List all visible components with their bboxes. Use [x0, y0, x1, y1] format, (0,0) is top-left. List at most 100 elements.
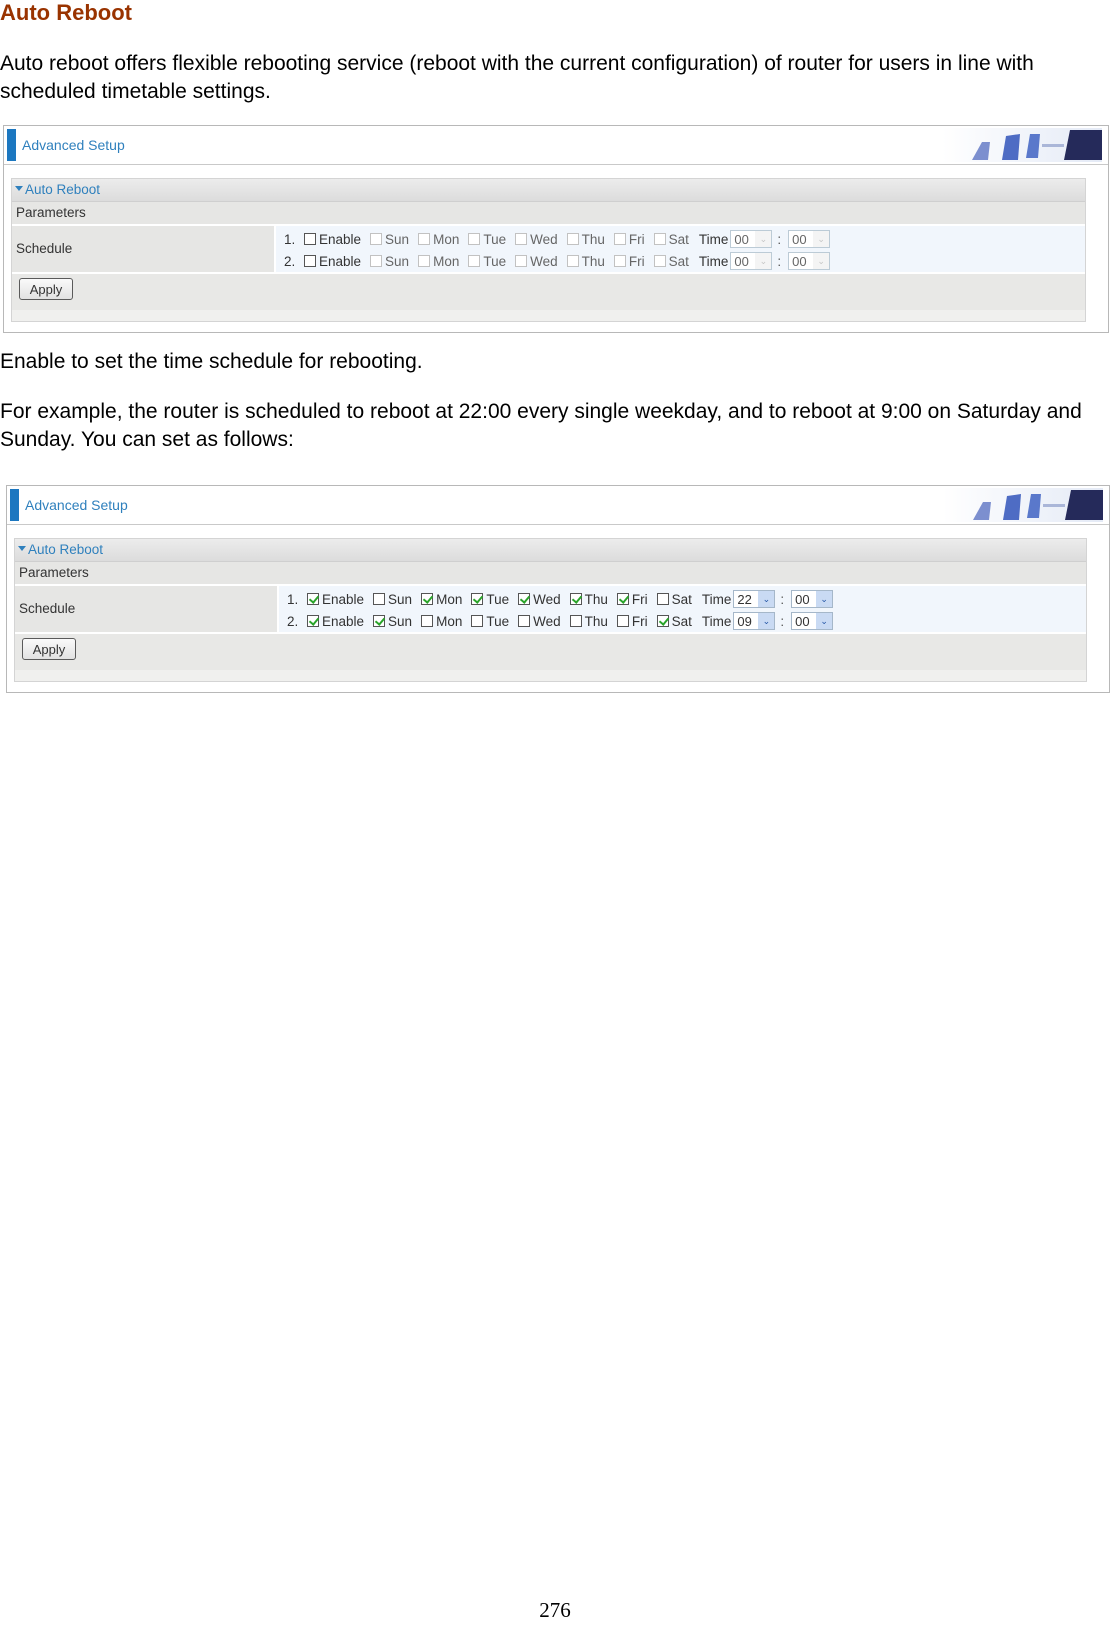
day-checkbox-fri[interactable]	[616, 615, 629, 627]
day-checkbox-wed[interactable]	[518, 593, 531, 605]
hour-select[interactable]: 00 ⌄	[730, 252, 773, 270]
screenshot-empty-schedule: Advanced Setup Auto Reboot Parameters Sc…	[3, 125, 1109, 333]
auto-reboot-section-title: Auto Reboot	[28, 542, 104, 557]
time-separator: :	[777, 231, 782, 247]
time-label: Time	[701, 591, 732, 607]
auto-reboot-panel: Auto Reboot Parameters Schedule 1. Enable…	[11, 178, 1086, 322]
auto-reboot-section-header[interactable]: Auto Reboot	[15, 539, 1086, 562]
chevron-down-icon[interactable]: ⌄	[758, 613, 775, 629]
minute-select[interactable]: 00 ⌄	[791, 612, 834, 630]
day-checkbox-wed[interactable]	[518, 615, 531, 627]
day-checkbox-mon[interactable]	[421, 615, 434, 627]
day-label-fri: Fri	[631, 613, 648, 629]
enable-checkbox[interactable]	[304, 255, 316, 267]
day-checkbox-tue[interactable]	[468, 255, 481, 267]
apply-button[interactable]: Apply	[22, 638, 76, 660]
parameters-header: Parameters	[12, 202, 1085, 226]
schedule-entry: 1. Enable Sun Mon Tue Wed Thu Fri Sat Time 22 ⌄:00 ⌄	[279, 588, 1086, 610]
day-checkbox-sun[interactable]	[370, 233, 383, 245]
enable-checkbox[interactable]	[304, 233, 316, 245]
minute-select[interactable]: 00 ⌄	[791, 590, 834, 608]
day-checkbox-mon[interactable]	[418, 255, 431, 267]
day-label-sat: Sat	[671, 613, 692, 629]
enable-label: Enable	[322, 613, 365, 629]
hour-select[interactable]: 09 ⌄	[733, 612, 776, 630]
day-label-tue: Tue	[483, 231, 507, 247]
day-label-mon: Mon	[436, 613, 463, 629]
day-checkbox-wed[interactable]	[515, 233, 528, 245]
auto-reboot-section-title: Auto Reboot	[25, 182, 101, 197]
minute-select[interactable]: 00 ⌄	[788, 230, 831, 248]
chevron-down-icon[interactable]: ⌄	[816, 591, 833, 607]
day-checkbox-sat[interactable]	[656, 593, 669, 605]
entry-number: 1.	[284, 231, 296, 247]
day-label-sun: Sun	[385, 231, 410, 247]
advanced-setup-bar: Advanced Setup	[4, 126, 1108, 165]
collapse-triangle-icon[interactable]	[15, 185, 23, 191]
banner-image-icon	[942, 128, 1102, 162]
day-checkbox-sat[interactable]	[656, 615, 669, 627]
apply-button[interactable]: Apply	[19, 278, 73, 300]
minute-value: 00	[792, 253, 807, 269]
schedule-label: Schedule	[12, 226, 276, 272]
schedule-entry: 2. Enable Sun Mon Tue Wed Thu Fri Sat Time 00 ⌄:00 ⌄	[276, 250, 1085, 272]
hour-value: 00	[734, 231, 749, 247]
chevron-down-icon[interactable]: ⌄	[813, 253, 830, 269]
day-label-wed: Wed	[533, 591, 561, 607]
day-checkbox-thu[interactable]	[566, 255, 579, 267]
day-label-thu: Thu	[581, 253, 605, 269]
enable-note-paragraph: Enable to set the time schedule for rebo…	[0, 350, 423, 373]
day-checkbox-tue[interactable]	[471, 593, 484, 605]
day-checkbox-thu[interactable]	[569, 615, 582, 627]
day-label-tue: Tue	[483, 253, 507, 269]
enable-checkbox[interactable]	[307, 593, 319, 605]
day-label-sat: Sat	[668, 231, 689, 247]
day-checkbox-thu[interactable]	[566, 233, 579, 245]
day-checkbox-mon[interactable]	[421, 593, 434, 605]
day-checkbox-wed[interactable]	[515, 255, 528, 267]
hour-select[interactable]: 22 ⌄	[733, 590, 776, 608]
schedule-label: Schedule	[15, 586, 279, 632]
chevron-down-icon[interactable]: ⌄	[816, 613, 833, 629]
page-number: 276	[539, 1598, 571, 1622]
day-checkbox-sat[interactable]	[653, 233, 666, 245]
day-label-fri: Fri	[628, 253, 645, 269]
schedule-entry: 2. Enable Sun Mon Tue Wed Thu Fri Sat Time 09 ⌄:00 ⌄	[279, 610, 1086, 632]
day-checkbox-sat[interactable]	[653, 255, 666, 267]
day-label-tue: Tue	[486, 591, 510, 607]
day-checkbox-fri[interactable]	[613, 255, 626, 267]
intro-paragraph: Auto reboot offers flexible rebooting se…	[0, 52, 1034, 103]
schedule-entries: 1. Enable Sun Mon Tue Wed Thu Fri Sat Time 22 ⌄:00 ⌄…	[279, 586, 1086, 632]
day-checkbox-sun[interactable]	[370, 255, 383, 267]
time-separator: :	[780, 591, 785, 607]
chevron-down-icon[interactable]: ⌄	[755, 253, 772, 269]
chevron-down-icon[interactable]: ⌄	[813, 231, 830, 247]
day-label-sun: Sun	[388, 613, 413, 629]
day-checkbox-tue[interactable]	[471, 615, 484, 627]
day-checkbox-sun[interactable]	[373, 615, 386, 627]
day-label-sun: Sun	[385, 253, 410, 269]
enable-checkbox[interactable]	[307, 615, 319, 627]
day-checkbox-mon[interactable]	[418, 233, 431, 245]
collapse-triangle-icon[interactable]	[18, 545, 26, 551]
day-label-thu: Thu	[584, 613, 608, 629]
screenshot-example-schedule: Advanced Setup Auto Reboot Parameters Sc…	[6, 485, 1110, 693]
enable-label: Enable	[319, 231, 362, 247]
day-label-thu: Thu	[584, 591, 608, 607]
day-checkbox-fri[interactable]	[613, 233, 626, 245]
hour-value: 22	[737, 591, 752, 607]
chevron-down-icon[interactable]: ⌄	[758, 591, 775, 607]
day-checkbox-fri[interactable]	[616, 593, 629, 605]
day-checkbox-thu[interactable]	[569, 593, 582, 605]
day-label-wed: Wed	[530, 231, 558, 247]
schedule-entry: 1. Enable Sun Mon Tue Wed Thu Fri Sat Time 00 ⌄:00 ⌄	[276, 228, 1085, 250]
minute-select[interactable]: 00 ⌄	[788, 252, 831, 270]
auto-reboot-section-header[interactable]: Auto Reboot	[12, 179, 1085, 202]
day-label-mon: Mon	[436, 591, 463, 607]
chevron-down-icon[interactable]: ⌄	[755, 231, 772, 247]
parameters-header: Parameters	[15, 562, 1086, 586]
day-checkbox-sun[interactable]	[373, 593, 386, 605]
day-checkbox-tue[interactable]	[468, 233, 481, 245]
time-separator: :	[780, 613, 785, 629]
hour-select[interactable]: 00 ⌄	[730, 230, 773, 248]
